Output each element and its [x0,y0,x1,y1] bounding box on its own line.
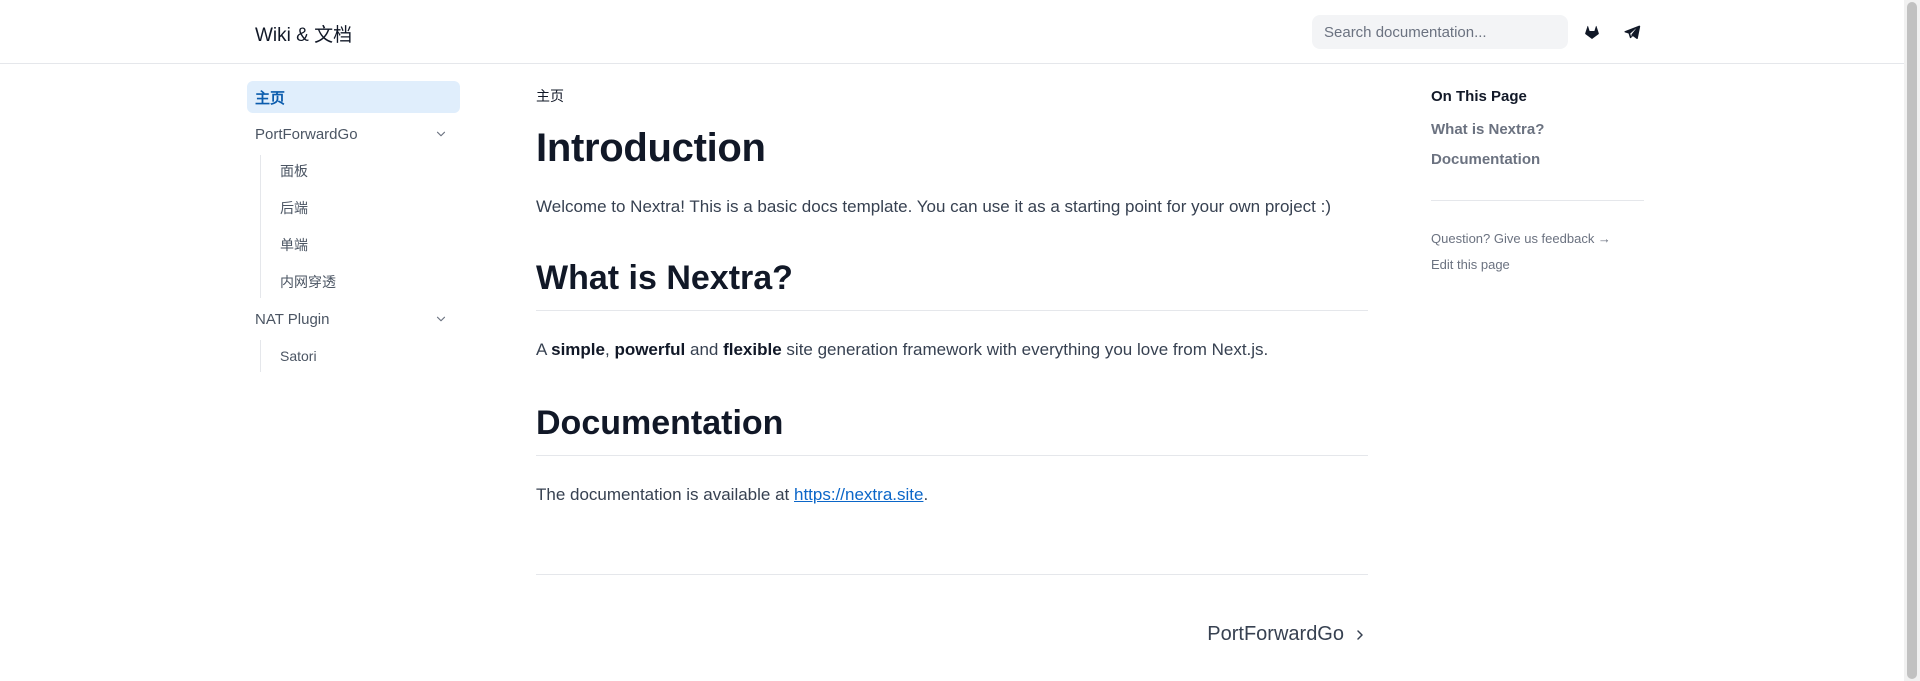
site-logo[interactable]: Wiki & 文档 [255,20,352,47]
telegram-icon[interactable] [1622,22,1642,42]
breadcrumb[interactable]: 主页 [536,86,1368,106]
next-page-link[interactable]: PortForwardGo [536,623,1368,646]
nextra-site-link[interactable]: https://nextra.site [794,485,923,504]
bold-simple: simple [551,340,605,359]
chevron-down-icon[interactable] [434,312,448,326]
sidebar-item-single[interactable]: 单端 [261,229,460,261]
toc-title: On This Page [1431,88,1527,105]
top-navbar: Wiki & 文档 [0,0,1904,64]
page-title: Introduction [536,126,766,170]
chevron-right-icon [1357,629,1363,640]
sidebar-item-intranet[interactable]: 内网穿透 [261,266,460,298]
next-page-label: PortForwardGo [1207,623,1344,645]
portforwardgo-submenu: 面板 后端 单端 内网穿透 [260,155,460,298]
nextra-description: A simple, powerful and flexible site gen… [536,340,1269,359]
edit-page-link[interactable]: Edit this page [1431,257,1644,272]
toc-divider [1431,200,1644,201]
table-of-contents: On This Page What is Nextra? Documentati… [1431,88,1644,272]
sidebar-item-panel[interactable]: 面板 [261,155,460,187]
scrollbar-thumb[interactable] [1907,2,1917,679]
intro-paragraph: Welcome to Nextra! This is a basic docs … [536,197,1331,216]
page-scrollbar[interactable] [1904,0,1920,681]
sidebar-item-portforwardgo[interactable]: PortForwardGo [247,118,460,150]
nat-plugin-submenu: Satori [260,340,460,372]
gitlab-icon[interactable] [1582,22,1602,42]
sidebar-item-backend[interactable]: 后端 [261,192,460,224]
sidebar-item-satori[interactable]: Satori [261,340,460,372]
sidebar-item-nat-plugin[interactable]: NAT Plugin [247,303,460,335]
heading-what-is-nextra: What is Nextra? [536,256,1368,311]
sidebar-item-label: 主页 [255,89,286,107]
sidebar-item-label: PortForwardGo [255,125,358,143]
content-divider [536,574,1368,575]
feedback-link[interactable]: Question? Give us feedback → [1431,231,1644,246]
bold-flexible: flexible [723,340,782,359]
sidebar-item-home[interactable]: 主页 [247,81,460,113]
heading-documentation: Documentation [536,401,1368,456]
documentation-paragraph: The documentation is available at https:… [536,485,929,504]
main-content: 主页 Introduction Welcome to Nextra! This … [536,86,1368,646]
toc-link-what-is-nextra[interactable]: What is Nextra? [1431,121,1644,138]
bold-powerful: powerful [614,340,686,359]
sidebar-item-label: NAT Plugin [255,310,330,328]
chevron-down-icon[interactable] [434,127,448,141]
sidebar: 主页 PortForwardGo 面板 后端 单端 内网穿透 NAT Plugi… [247,81,460,377]
toc-link-documentation[interactable]: Documentation [1431,151,1644,168]
search-input[interactable] [1312,15,1568,49]
